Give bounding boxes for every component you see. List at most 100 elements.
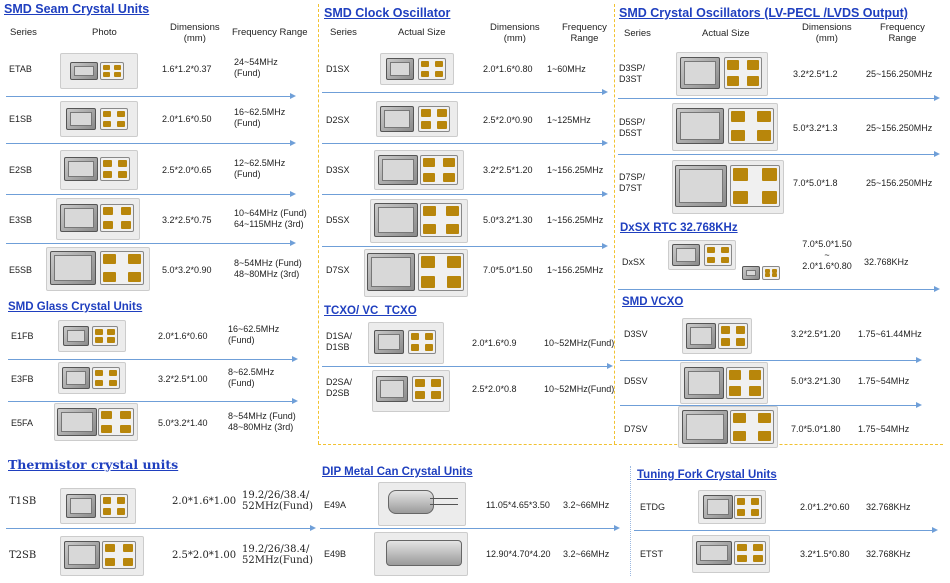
frequency-value: 32.768KHz: [866, 549, 911, 559]
dimension-value: 2.5*2.0*0.8: [472, 384, 517, 394]
frequency-value: 19.2/26/38.4/ 52MHz(Fund): [242, 490, 313, 512]
crystal-pads-image: [100, 62, 124, 80]
oscillator-lid-image: [386, 58, 414, 80]
series-label: D3SV: [624, 329, 648, 339]
row-divider: [320, 525, 620, 531]
dimension-value: 5.0*3.2*1.3: [793, 123, 838, 133]
series-label: E5FA: [11, 418, 34, 428]
row-divider: [618, 95, 940, 101]
gold-pad: [443, 158, 455, 167]
gold-pad: [421, 109, 431, 117]
dimension-value: 3.2*2.5*1.00: [158, 374, 208, 384]
gold-pad: [435, 61, 443, 67]
rtc-lid-image: [672, 244, 700, 266]
vcxo-pads-image: [718, 323, 748, 349]
series-label: D3SX: [326, 165, 350, 175]
dimension-value: 2.0*1.6*0.60: [158, 331, 208, 341]
gold-pad: [120, 411, 131, 419]
gold-pad: [423, 173, 435, 182]
series-label: D1SA/ D1SB: [326, 331, 353, 352]
tuning-fork-lid-image: [703, 495, 733, 519]
column-separator-left: [318, 4, 319, 444]
gold-pad: [446, 224, 459, 234]
gold-pad: [425, 333, 433, 340]
series-label: E1FB: [11, 331, 34, 341]
dimension-value: 2.5*2.0*0.90: [483, 115, 533, 125]
gold-pad: [415, 391, 425, 399]
frequency-value: 1.75~54MHz: [858, 376, 910, 386]
row-divider: [6, 93, 296, 99]
gold-pad: [121, 221, 131, 229]
clock-header-dimensions: Dimensions (mm): [490, 22, 540, 44]
crystal-pads-image: [102, 541, 136, 569]
crystal-lid-image: [60, 204, 98, 232]
row-divider: [8, 356, 298, 362]
gold-pad: [758, 431, 771, 441]
crystal-pads-image: [92, 367, 120, 389]
oscillator-pads-image: [418, 106, 450, 132]
gold-pad: [101, 411, 112, 419]
gold-pad: [117, 508, 125, 515]
frequency-value: 3.2~66MHz: [563, 549, 610, 559]
seam-header-series: Series: [10, 27, 37, 38]
gold-pad: [421, 276, 435, 288]
clock-header-frequency: Frequency Range: [562, 22, 607, 44]
series-label: D7SX: [326, 265, 350, 275]
frequency-value: 10~64MHz (Fund) 64~115MHz (3rd): [234, 208, 307, 229]
tcxo-lid-image: [376, 376, 408, 402]
seam-title: SMD Seam Crystal Units: [4, 2, 150, 16]
gold-pad: [733, 168, 748, 181]
rtc-small-pads-image: [762, 266, 780, 280]
crystal-pads-image: [100, 251, 144, 285]
dimension-value: 7.0*5.0*1.50: [483, 265, 533, 275]
gold-pad: [117, 497, 125, 504]
vcxo-pads-image: [730, 410, 774, 444]
rtc-small-lid-image: [742, 266, 760, 280]
gold-pad: [757, 111, 771, 122]
gold-pad: [103, 207, 113, 215]
gold-pad: [103, 121, 111, 127]
dimension-value: 3.2*1.5*0.80: [800, 549, 850, 559]
row-divider: [322, 89, 608, 95]
gold-pad: [762, 191, 777, 204]
gold-pad: [447, 276, 461, 288]
lvpecl-header-size: Actual Size: [702, 28, 750, 39]
gold-pad: [128, 254, 141, 264]
oscillator-lid-image: [380, 106, 414, 132]
dimension-value: 1.6*1.2*0.37: [162, 64, 212, 74]
dimension-value: 2.0*1.6*1.00: [172, 496, 237, 507]
oscillator-pads-image: [724, 57, 762, 89]
seam-header-dimensions: Dimensions (mm): [170, 22, 220, 44]
thermistor-title: Thermistor crystal units: [8, 457, 179, 472]
vcxo-lid-image: [686, 323, 716, 349]
metal-can-image: [388, 490, 434, 514]
oscillator-pads-image: [420, 203, 462, 237]
gold-pad: [421, 61, 429, 67]
gold-pad: [109, 380, 117, 386]
crystal-lid-image: [64, 157, 98, 181]
row-divider: [8, 398, 298, 404]
oscillator-pads-image: [728, 108, 774, 144]
frequency-value: 1~156.25MHz: [547, 215, 604, 225]
lvpecl-title: SMD Crystal Oscillators (LV-PECL /LVDS O…: [619, 6, 908, 20]
gold-pad: [103, 272, 116, 282]
gold-pad: [95, 329, 103, 335]
gold-pad: [114, 65, 121, 70]
clock-header-series: Series: [330, 27, 357, 38]
dimension-value: 3.2*2.5*1.20: [483, 165, 533, 175]
frequency-value: 8~54MHz (Fund) 48~80MHz (3rd): [234, 258, 302, 279]
gold-pad: [751, 509, 759, 516]
dimension-value: 2.5*2.0*1.00: [172, 550, 237, 561]
gold-pad: [107, 337, 115, 343]
seam-header-frequency: Frequency Range: [232, 27, 308, 38]
frequency-value: 25~156.250MHz: [866, 178, 933, 188]
gold-pad: [707, 257, 715, 263]
dimension-value: 12.90*4.70*4.20: [486, 549, 551, 559]
oscillator-lid-image: [676, 108, 724, 144]
gold-pad: [423, 224, 436, 234]
gold-pad: [731, 130, 745, 141]
vcxo-lid-image: [684, 367, 724, 399]
metal-can-image: [386, 540, 462, 566]
series-label: E1SB: [9, 114, 33, 124]
tcxo-pads-image: [412, 376, 444, 402]
